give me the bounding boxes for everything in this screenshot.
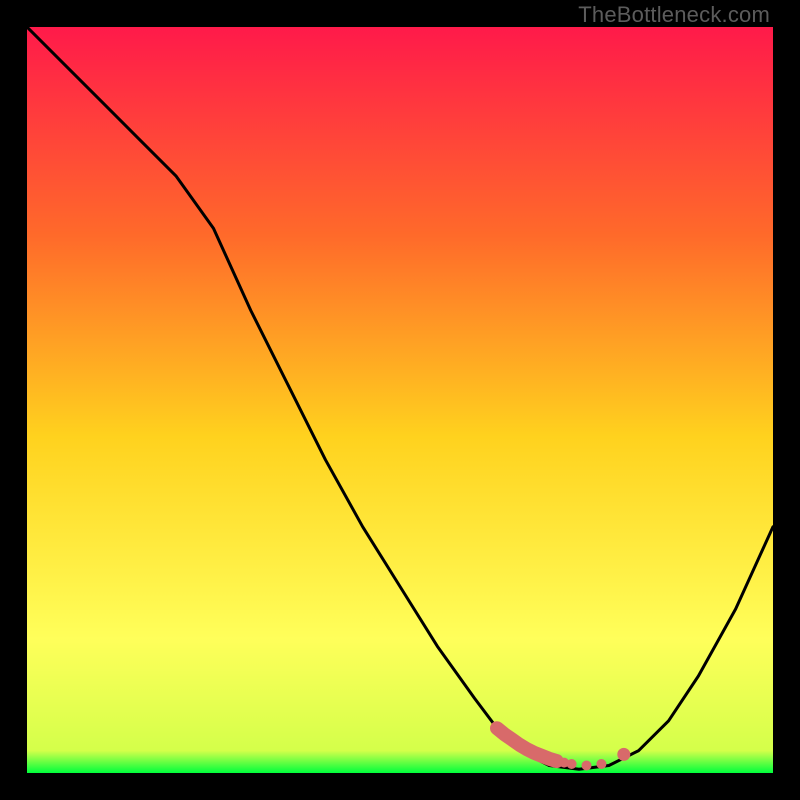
highlight-dot xyxy=(596,759,606,769)
highlight-dot xyxy=(617,748,630,761)
chart-frame xyxy=(27,27,773,773)
bottleneck-chart xyxy=(27,27,773,773)
highlight-dot xyxy=(567,759,577,769)
highlight-dot xyxy=(582,761,592,771)
watermark-text: TheBottleneck.com xyxy=(578,2,770,28)
